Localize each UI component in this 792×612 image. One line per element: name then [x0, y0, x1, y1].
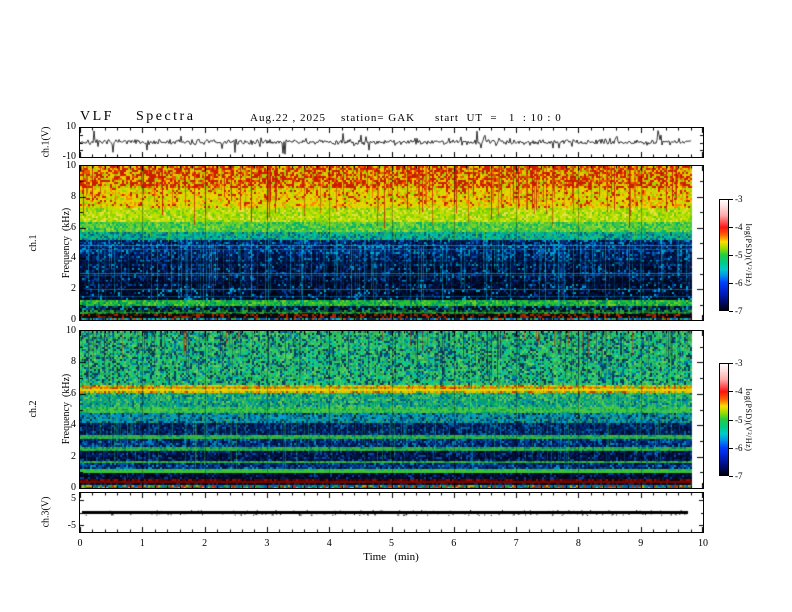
header-start-ut: start UT = 1 : 10 : 0: [435, 112, 562, 124]
x-tick-label: 0: [77, 538, 83, 549]
colorbar-ch1: [719, 199, 729, 311]
ch1-freq-tick-label: 0: [71, 314, 76, 325]
ch2-frequency-axis-title-line2: Frequency (kHz): [61, 373, 72, 445]
x-tick-label: 6: [451, 538, 457, 549]
colorbar-ch1-tick-label: -3: [735, 194, 743, 204]
ch1-frequency-axis-title-line2: Frequency (kHz): [61, 207, 72, 279]
colorbar-ch2-tick-label: -6: [735, 442, 743, 453]
colorbar-ch1-tick-label: -5: [735, 250, 743, 260]
x-tick-label: 10: [698, 538, 708, 549]
x-tick-label: 3: [264, 538, 270, 549]
ch3-voltage-tick-label: 5: [71, 493, 76, 504]
page-title: VLF Spectra: [80, 109, 196, 124]
ch2-freq-tick-label: 4: [71, 419, 76, 431]
colorbar-ch2-axis-title: log(PSD)(V²/Hz): [744, 388, 753, 452]
colorbar-ch2-tick-label: -7: [735, 471, 743, 481]
ch2-freq-tick-label: 6: [71, 387, 76, 399]
colorbar-ch2-tick-label: -4: [735, 386, 743, 397]
vlf-spectra-figure: VLF Spectra Aug.22 , 2025 station= GAK s…: [0, 0, 792, 612]
colorbar-ch2-tick-mark: [729, 391, 733, 393]
colorbar-ch1-tick-mark: [729, 311, 733, 312]
x-tick-label: 2: [202, 538, 208, 549]
colorbar-ch1-tick-label: -6: [735, 278, 743, 288]
ch1-freq-tick-label: 10: [66, 160, 76, 171]
colorbar-ch2-tick-label: -5: [735, 414, 743, 425]
ch1-freq-tick-label: 2: [71, 283, 76, 295]
header-date: Aug.22 , 2025: [250, 112, 326, 124]
ch2-frequency-axis-title-line1: ch.2: [28, 400, 39, 418]
ch1-voltage-tick-label: -10: [62, 151, 76, 162]
x-tick-label: 1: [139, 538, 145, 549]
ch1-spectrogram-canvas: [80, 166, 703, 320]
colorbar-ch1-tick-mark: [729, 199, 733, 200]
colorbar-ch2-tick-mark: [729, 363, 733, 364]
x-tick-label: 4: [326, 538, 332, 549]
x-tick-label: 8: [575, 538, 581, 549]
colorbar-ch1-tick-mark: [729, 227, 733, 228]
ch1-waveform-panel: [79, 127, 704, 158]
ch3-voltage-tick-label: -5: [67, 520, 76, 531]
ch2-spectrogram-panel: [79, 330, 704, 489]
ch3-waveform-panel: [79, 492, 704, 533]
colorbar-ch2-tick-mark: [729, 419, 733, 421]
ch2-freq-tick-label: 2: [71, 450, 76, 462]
ch1-freq-tick-label: 4: [71, 252, 76, 264]
ch1-spectrogram-panel: [79, 165, 704, 321]
colorbar-ch2-tick-label: -3: [735, 358, 743, 368]
colorbar-ch1-tick-mark: [729, 283, 733, 284]
colorbar-ch1-tick-mark: [729, 255, 733, 256]
x-tick-label: 9: [638, 538, 644, 549]
ch2-freq-tick-label: 8: [71, 356, 76, 368]
ch1-freq-tick-label: 6: [71, 221, 76, 233]
colorbar-ch2: [719, 363, 729, 476]
colorbar-ch2-tick-mark: [729, 476, 733, 477]
ch2-frequency-axis-title: ch.2 Frequency (kHz): [6, 374, 94, 445]
ch1-freq-tick-label: 8: [71, 190, 76, 202]
time-axis-title: Time (min): [363, 551, 419, 563]
colorbar-ch1-tick-label: -4: [735, 222, 743, 232]
ch2-freq-tick-label: 10: [66, 325, 76, 336]
x-tick-label: 7: [513, 538, 519, 549]
header-station: station= GAK: [341, 112, 416, 124]
ch3-waveform-canvas: [80, 493, 703, 532]
colorbar-ch1-axis-title: log(PSD)(V²/Hz): [744, 223, 753, 287]
ch1-frequency-axis-title-line1: ch.1: [28, 234, 39, 252]
ch2-freq-tick-label: 0: [71, 482, 76, 493]
colorbar-ch1-tick-label: -7: [735, 306, 743, 316]
ch2-spectrogram-canvas: [80, 331, 703, 488]
ch1-waveform-canvas: [80, 128, 703, 157]
ch1-frequency-axis-title: ch.1 Frequency (kHz): [6, 208, 94, 279]
x-tick-label: 5: [389, 538, 394, 549]
ch1-voltage-tick-label: 10: [66, 121, 76, 132]
colorbar-ch2-tick-mark: [729, 447, 733, 449]
